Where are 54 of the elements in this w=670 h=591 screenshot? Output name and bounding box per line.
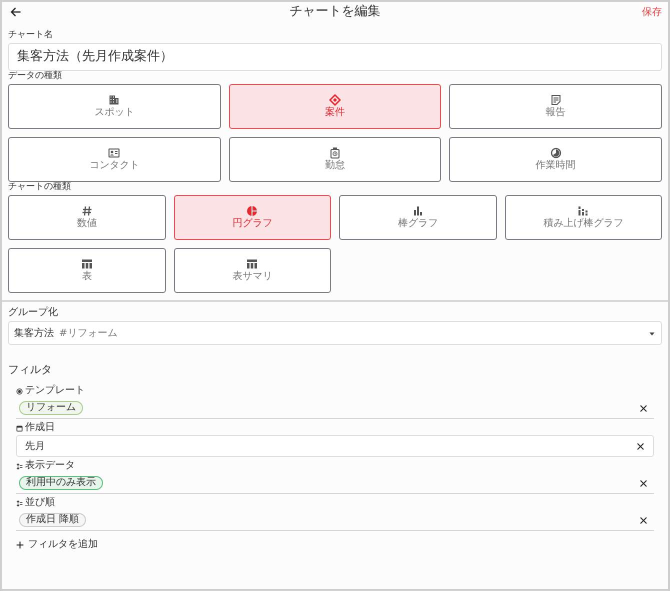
option-card[interactable]: 数値	[8, 195, 166, 240]
option-card[interactable]: コンタクト	[8, 137, 221, 182]
option-card[interactable]: 作業時間	[449, 137, 662, 182]
section-label: チャートの種類	[8, 182, 72, 193]
option-card[interactable]: スポット	[8, 84, 221, 129]
calendar-icon	[16, 424, 23, 432]
sort-icon	[16, 500, 23, 506]
select-value: 集客方法	[14, 326, 54, 340]
filter-chip: 作成日 降順	[19, 513, 86, 527]
close-icon[interactable]	[639, 516, 648, 524]
back-arrow-icon[interactable]	[10, 6, 22, 18]
close-icon[interactable]	[639, 404, 648, 412]
filter-label: 並び順	[25, 497, 55, 509]
stacked-bar-icon	[577, 205, 590, 217]
filter-label: 作成日	[25, 422, 55, 434]
sort-icon	[16, 462, 23, 470]
pie-chart-icon	[246, 205, 258, 217]
option-card[interactable]: 円グラフ	[174, 195, 331, 240]
filter-field[interactable]: 先月	[16, 435, 654, 457]
filter-heading: フィルタ	[8, 363, 53, 377]
save-button[interactable]: 保存	[642, 5, 662, 20]
chart-name-field[interactable]: 集客方法（先月作成案件）	[8, 43, 662, 71]
radio-button-icon	[16, 388, 23, 394]
dropdown-caret-icon	[649, 331, 655, 337]
field-label: グループ化	[8, 307, 59, 319]
filter-label: テンプレート	[25, 385, 85, 397]
contact-card-icon	[108, 147, 120, 159]
table-icon	[80, 258, 93, 270]
add-filter-button[interactable]: フィルタを追加	[16, 537, 98, 552]
option-card[interactable]: 表	[8, 248, 166, 293]
page-title: チャートを編集	[290, 3, 380, 22]
hashtag: #リフォーム	[59, 326, 118, 340]
timer-icon	[550, 147, 562, 159]
option-card[interactable]: 積み上げ棒グラフ	[504, 195, 662, 240]
option-card[interactable]: 報告	[449, 84, 662, 129]
grouping-select[interactable]: 集客方法 #リフォーム	[8, 321, 662, 345]
option-card[interactable]: 案件	[228, 84, 442, 129]
filter-chip: 利用中のみ表示	[19, 476, 103, 490]
close-icon[interactable]	[639, 478, 648, 488]
building-icon	[108, 94, 120, 106]
filter-chip: リフォーム	[19, 401, 83, 415]
option-card[interactable]: 表サマリ	[174, 248, 331, 293]
section-label: データの種類	[8, 71, 63, 82]
field-label: チャート名	[8, 30, 54, 41]
option-card[interactable]: 勤怠	[228, 137, 442, 182]
hash-icon	[80, 205, 93, 217]
bar-chart-icon	[412, 205, 424, 217]
option-card[interactable]: 棒グラフ	[339, 195, 496, 240]
note-icon	[550, 94, 562, 106]
plus-icon	[16, 540, 24, 548]
table-icon	[246, 258, 258, 270]
filter-label: 表示データ	[25, 460, 75, 472]
clock-icon	[328, 147, 341, 159]
close-icon[interactable]	[636, 442, 645, 450]
